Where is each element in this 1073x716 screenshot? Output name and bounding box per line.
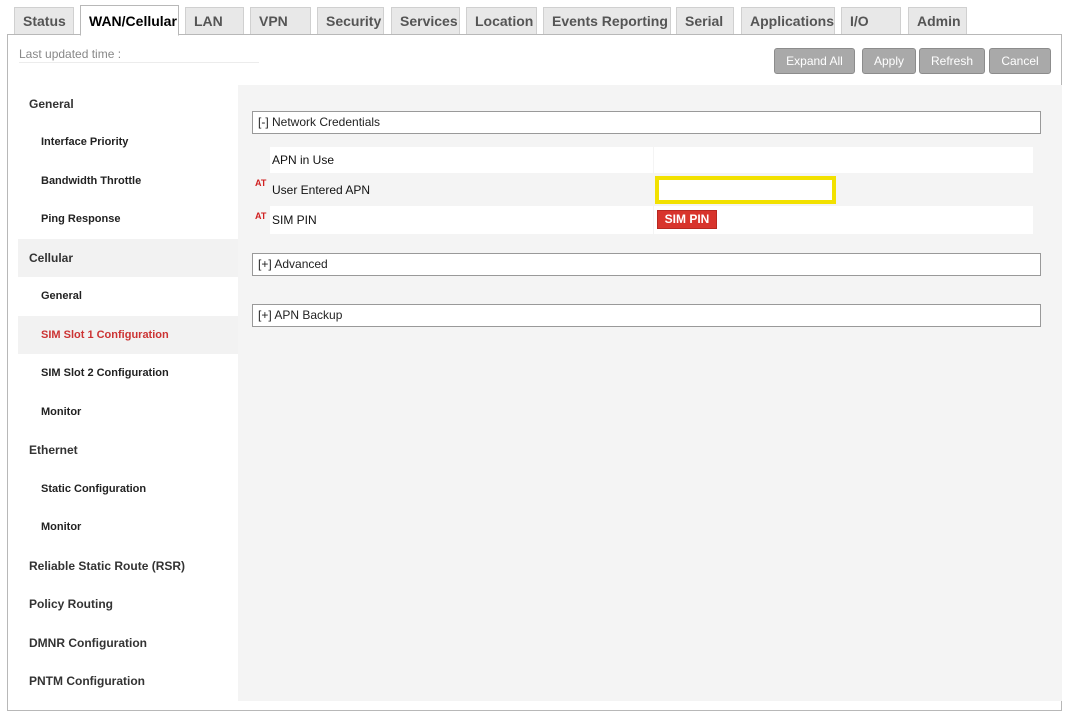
sim-pin-row: AT SIM PIN SIM PIN <box>252 206 1033 234</box>
sidebar-item-cellular-general[interactable]: General <box>18 277 238 315</box>
tab-bar: Status WAN/Cellular LAN VPN Security Ser… <box>0 0 1073 36</box>
expand-all-button[interactable]: Expand All <box>774 48 855 74</box>
sidebar-item-cellular-monitor[interactable]: Monitor <box>18 393 238 431</box>
sidebar-item-dmnr[interactable]: DMNR Configuration <box>18 624 238 662</box>
sidebar-item-ping-response[interactable]: Ping Response <box>18 200 238 238</box>
refresh-button[interactable]: Refresh <box>919 48 985 74</box>
last-updated-label: Last updated time : <box>19 47 122 61</box>
sidebar-item-rsr[interactable]: Reliable Static Route (RSR) <box>18 547 238 585</box>
content-panel: [-] Network Credentials APN in Use AT Us… <box>238 85 1062 701</box>
cancel-button[interactable]: Cancel <box>989 48 1051 74</box>
apn-backup-header[interactable]: [+] APN Backup <box>252 304 1041 327</box>
tab-io[interactable]: I/O <box>841 7 901 34</box>
tab-applications[interactable]: Applications <box>741 7 835 34</box>
divider <box>653 206 654 234</box>
sidebar-item-ethernet[interactable]: Ethernet <box>18 431 238 469</box>
sim-pin-label: SIM PIN <box>272 213 317 227</box>
tab-serial[interactable]: Serial <box>676 7 734 34</box>
sidebar-item-interface-priority[interactable]: Interface Priority <box>18 123 238 161</box>
tab-services[interactable]: Services <box>391 7 460 34</box>
user-apn-input[interactable] <box>655 176 836 204</box>
tab-lan[interactable]: LAN <box>185 7 244 34</box>
at-marker: AT <box>252 206 270 234</box>
sidebar-item-cellular[interactable]: Cellular <box>18 239 238 277</box>
tab-security[interactable]: Security <box>317 7 384 34</box>
sidebar-item-ethernet-monitor[interactable]: Monitor <box>18 508 238 546</box>
tab-location[interactable]: Location <box>466 7 537 34</box>
divider <box>653 147 654 173</box>
tab-events-reporting[interactable]: Events Reporting <box>543 7 671 34</box>
sidebar-item-pntm[interactable]: PNTM Configuration <box>18 662 238 700</box>
sidebar-item-general[interactable]: General <box>18 85 238 123</box>
tab-admin[interactable]: Admin <box>908 7 967 34</box>
sim-pin-button[interactable]: SIM PIN <box>657 210 717 229</box>
tab-status[interactable]: Status <box>14 7 74 34</box>
row-marker <box>252 147 270 173</box>
tab-wan-cellular[interactable]: WAN/Cellular <box>80 5 179 36</box>
divider <box>19 62 259 63</box>
apn-in-use-label: APN in Use <box>272 153 335 167</box>
apply-button[interactable]: Apply <box>862 48 916 74</box>
user-apn-label: User Entered APN <box>272 183 371 197</box>
network-credentials-header[interactable]: [-] Network Credentials <box>252 111 1041 134</box>
sidebar-item-bandwidth-throttle[interactable]: Bandwidth Throttle <box>18 162 238 200</box>
sidebar-item-sim-slot-1[interactable]: SIM Slot 1 Configuration <box>18 316 238 354</box>
advanced-header[interactable]: [+] Advanced <box>252 253 1041 276</box>
sidebar-item-static-configuration[interactable]: Static Configuration <box>18 470 238 508</box>
sidebar-item-policy-routing[interactable]: Policy Routing <box>18 585 238 623</box>
user-apn-row: AT User Entered APN <box>252 173 1033 206</box>
tab-vpn[interactable]: VPN <box>250 7 311 34</box>
at-marker: AT <box>252 173 270 206</box>
sidebar-item-sim-slot-2[interactable]: SIM Slot 2 Configuration <box>18 354 238 392</box>
apn-in-use-row: APN in Use <box>252 147 1033 173</box>
main-frame: Last updated time : Expand All Apply Ref… <box>7 34 1062 711</box>
